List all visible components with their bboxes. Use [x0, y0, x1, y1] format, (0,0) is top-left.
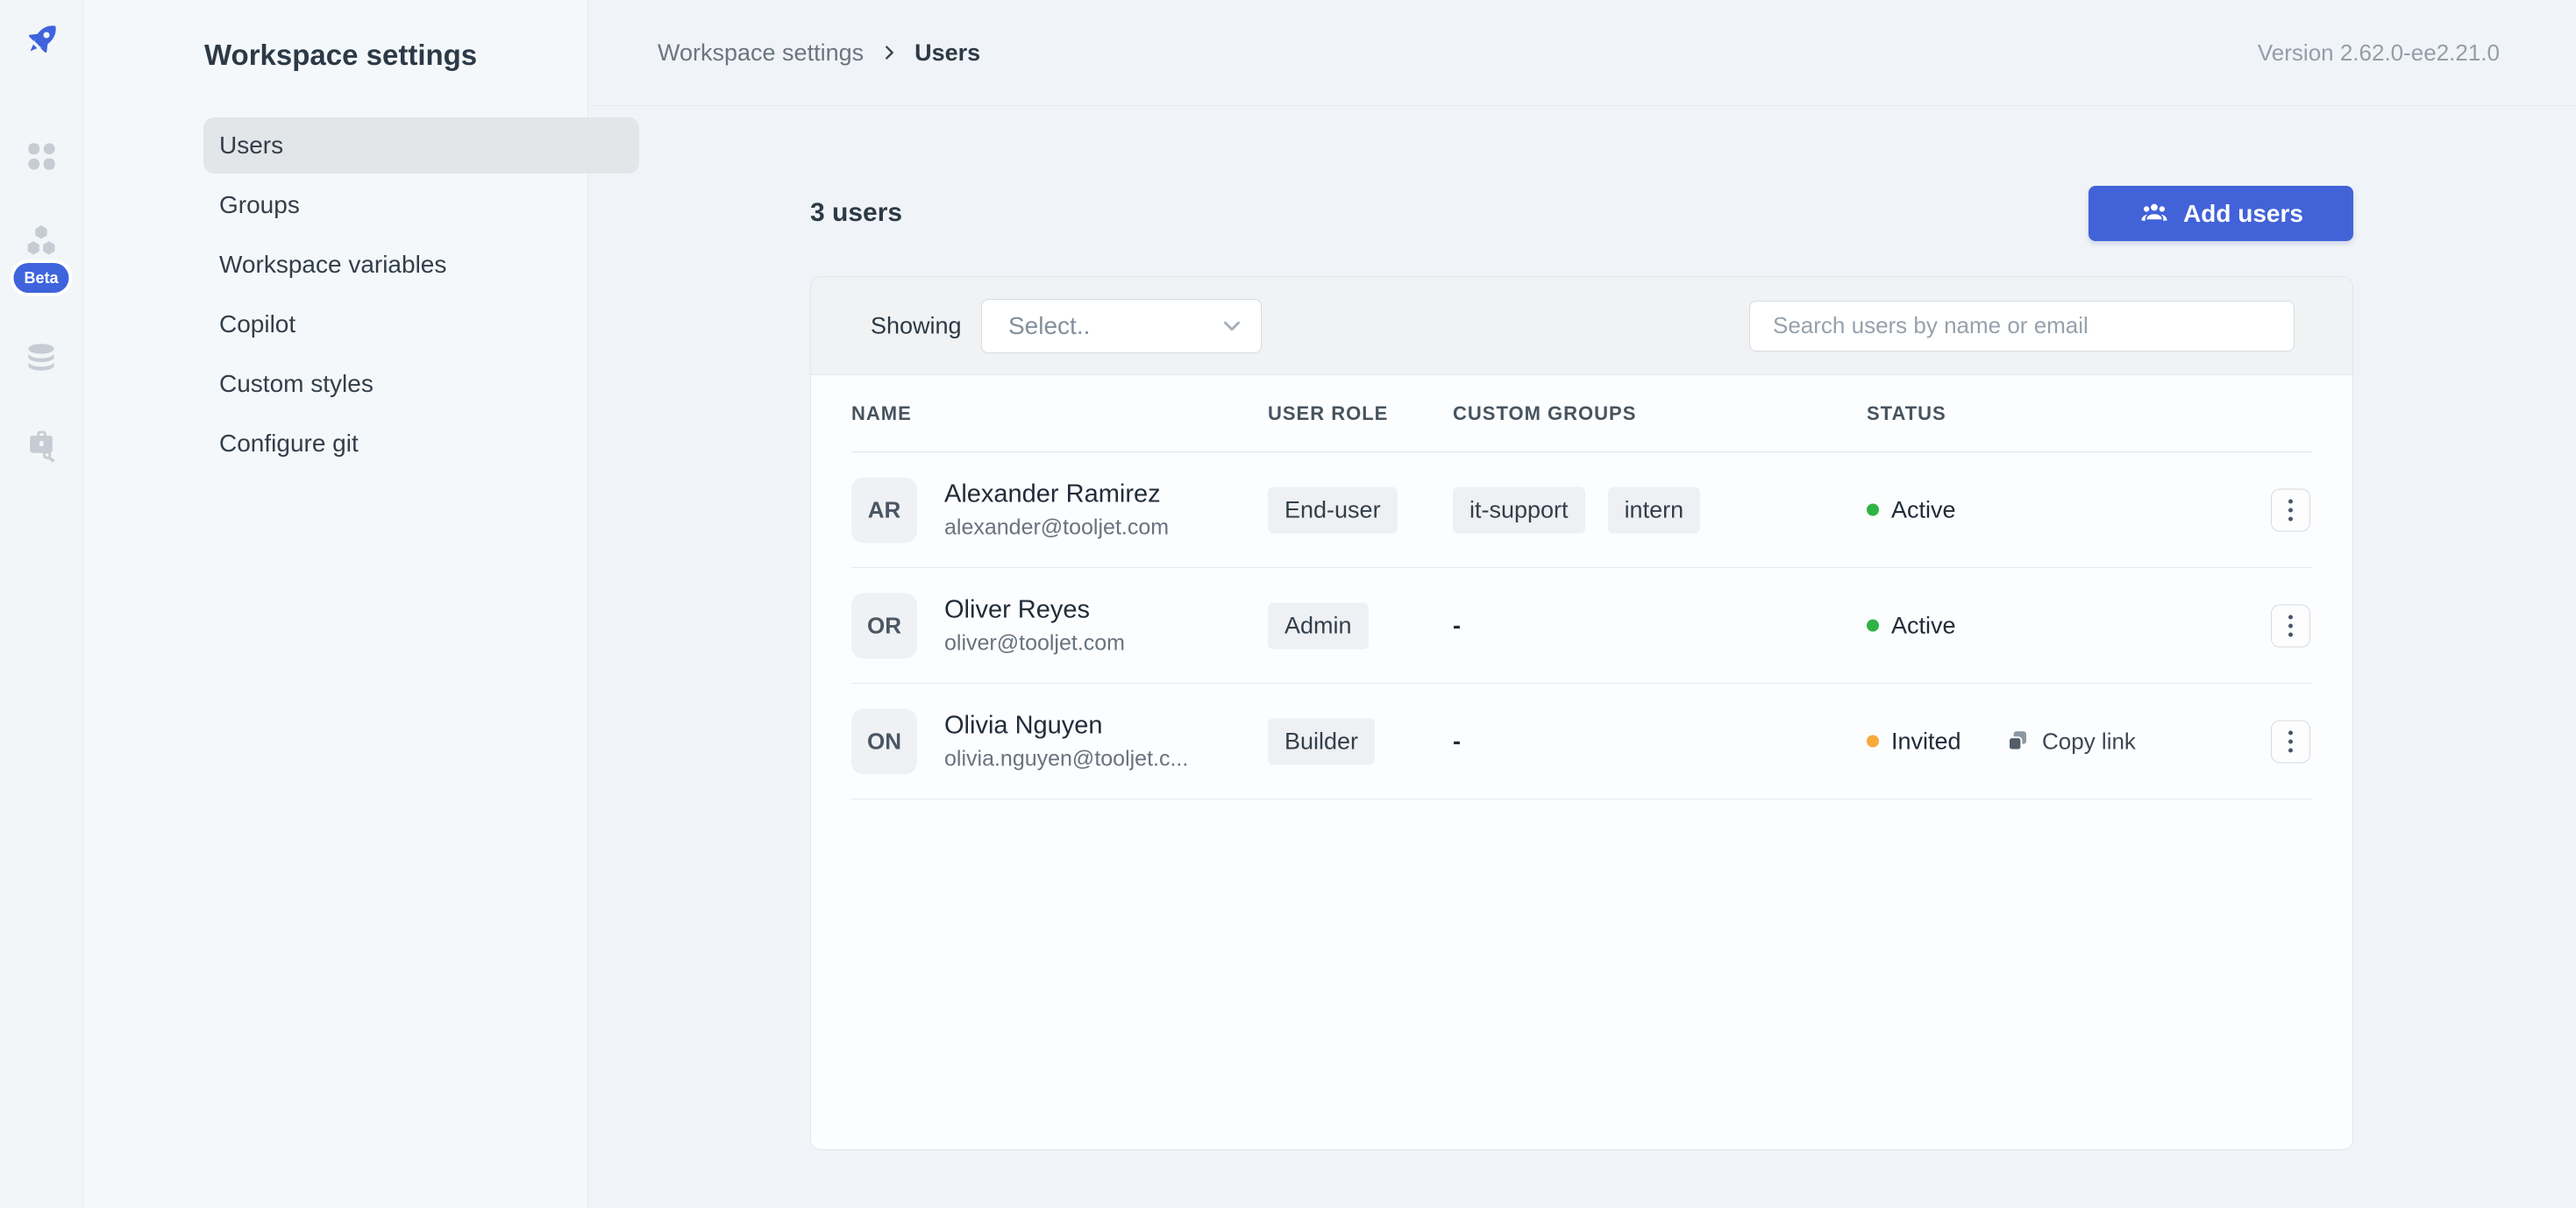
users-table-card: Showing Select.. NAME USER ROLE CUSTOM G…: [810, 276, 2353, 1150]
custom-group-badge: intern: [1607, 487, 1701, 533]
breadcrumb-workspace-settings[interactable]: Workspace settings: [658, 39, 864, 67]
column-header-user-role: USER ROLE: [1268, 401, 1389, 424]
custom-group-badge: it-support: [1453, 487, 1585, 533]
user-name: Oliver Reyes: [944, 595, 1090, 623]
chevron-right-icon: [879, 41, 899, 64]
no-groups-dash: -: [1453, 728, 1461, 754]
copy-invite-link[interactable]: Copy link: [2004, 728, 2136, 755]
user-role-badge: End-user: [1268, 487, 1398, 533]
table-row: ON Olivia Nguyen olivia.nguyen@tooljet.c…: [851, 684, 2312, 799]
copy-icon: [2008, 731, 2026, 751]
status-label: Invited: [1891, 728, 1961, 754]
custom-groups-cell: -: [1453, 728, 1461, 755]
user-role-badge: Admin: [1268, 602, 1369, 649]
search-users-input[interactable]: [1749, 300, 2295, 352]
apps-grid-icon[interactable]: [22, 137, 60, 175]
table-header-row: NAME USER ROLE CUSTOM GROUPS STATUS: [851, 375, 2312, 452]
breadcrumb-current-users: Users: [914, 39, 981, 66]
app-icon-rail: Beta: [0, 0, 83, 1208]
sidebar-item-custom-styles[interactable]: Custom styles: [203, 356, 639, 412]
user-email: oliver@tooljet.com: [944, 630, 1126, 655]
settings-menu: Users Groups Workspace variables Copilot…: [203, 117, 639, 475]
status-cell: Active: [1867, 612, 1956, 639]
showing-label: Showing: [871, 312, 962, 338]
version-label: Version 2.62.0-ee2.21.0: [2257, 39, 2500, 66]
custom-groups-cell: it-support intern: [1453, 487, 1701, 533]
custom-groups-cell: -: [1453, 612, 1461, 639]
avatar: ON: [851, 708, 917, 774]
page-header: Workspace settings Users Version 2.62.0-…: [588, 0, 2576, 106]
row-actions-button[interactable]: [2271, 720, 2310, 763]
add-users-button[interactable]: Add users: [2089, 186, 2353, 241]
user-email: olivia.nguyen@tooljet.c...: [944, 746, 1189, 771]
row-actions-button[interactable]: [2271, 488, 2310, 531]
database-icon[interactable]: [22, 340, 60, 379]
showing-select-value: Select..: [1008, 311, 1091, 339]
user-email: alexander@tooljet.com: [944, 515, 1170, 539]
copy-link-label: Copy link: [2042, 728, 2136, 754]
user-name: Olivia Nguyen: [944, 711, 1103, 739]
no-groups-dash: -: [1453, 612, 1461, 638]
beta-badge: Beta: [13, 263, 69, 293]
audit-toolbox-icon[interactable]: [22, 426, 60, 465]
table-row: AR Alexander Ramirez alexander@tooljet.c…: [851, 452, 2312, 568]
user-cell: ON Olivia Nguyen olivia.nguyen@tooljet.c…: [851, 708, 1188, 774]
user-cell: OR Oliver Reyes oliver@tooljet.com: [851, 593, 1125, 658]
column-header-status: STATUS: [1867, 401, 1946, 424]
status-dot: [1867, 735, 1879, 748]
users-count-heading: 3 users: [810, 198, 903, 227]
avatar-initials: AR: [867, 496, 901, 522]
showing-select[interactable]: Select..: [981, 298, 1262, 353]
column-header-custom-groups: CUSTOM GROUPS: [1453, 401, 1637, 424]
status-dot: [1867, 619, 1879, 632]
column-header-name: NAME: [851, 401, 912, 424]
workspace-settings-page: Beta Workspace settings Users Groups Wor…: [0, 0, 2576, 1208]
marketplace-icon[interactable]: [22, 221, 60, 259]
table-row: OR Oliver Reyes oliver@tooljet.com Admin…: [851, 568, 2312, 684]
sidebar-item-groups[interactable]: Groups: [203, 177, 639, 233]
user-role-badge: Builder: [1268, 718, 1376, 764]
sidebar-item-users[interactable]: Users: [203, 117, 639, 174]
sidebar-item-workspace-variables[interactable]: Workspace variables: [203, 237, 639, 293]
user-cell: AR Alexander Ramirez alexander@tooljet.c…: [851, 477, 1169, 543]
status-cell: Active: [1867, 496, 1956, 523]
avatar-initials: OR: [867, 612, 901, 638]
chevron-down-icon: [1224, 321, 1240, 330]
add-users-button-label: Add users: [2183, 199, 2303, 227]
status-label: Active: [1891, 496, 1956, 522]
user-name: Alexander Ramirez: [944, 480, 1161, 508]
sidebar-item-copilot[interactable]: Copilot: [203, 296, 639, 352]
table-filter-bar: Showing Select..: [811, 277, 2352, 375]
breadcrumb: Workspace settings Users: [658, 39, 980, 67]
avatar-initials: ON: [867, 728, 901, 754]
users-table: NAME USER ROLE CUSTOM GROUPS STATUS AR A…: [851, 375, 2312, 799]
row-actions-button[interactable]: [2271, 604, 2310, 647]
settings-sidebar: Workspace settings Users Groups Workspac…: [83, 0, 639, 1208]
avatar: AR: [851, 477, 917, 543]
avatar: OR: [851, 593, 917, 658]
add-users-group-icon: [2138, 198, 2170, 230]
status-dot: [1867, 503, 1879, 516]
sidebar-item-configure-git[interactable]: Configure git: [203, 416, 639, 472]
sidebar-title: Workspace settings: [204, 39, 478, 71]
status-cell: Invited: [1867, 728, 1961, 755]
status-label: Active: [1891, 612, 1956, 638]
tooljet-logo-rocket-icon[interactable]: [20, 18, 64, 61]
